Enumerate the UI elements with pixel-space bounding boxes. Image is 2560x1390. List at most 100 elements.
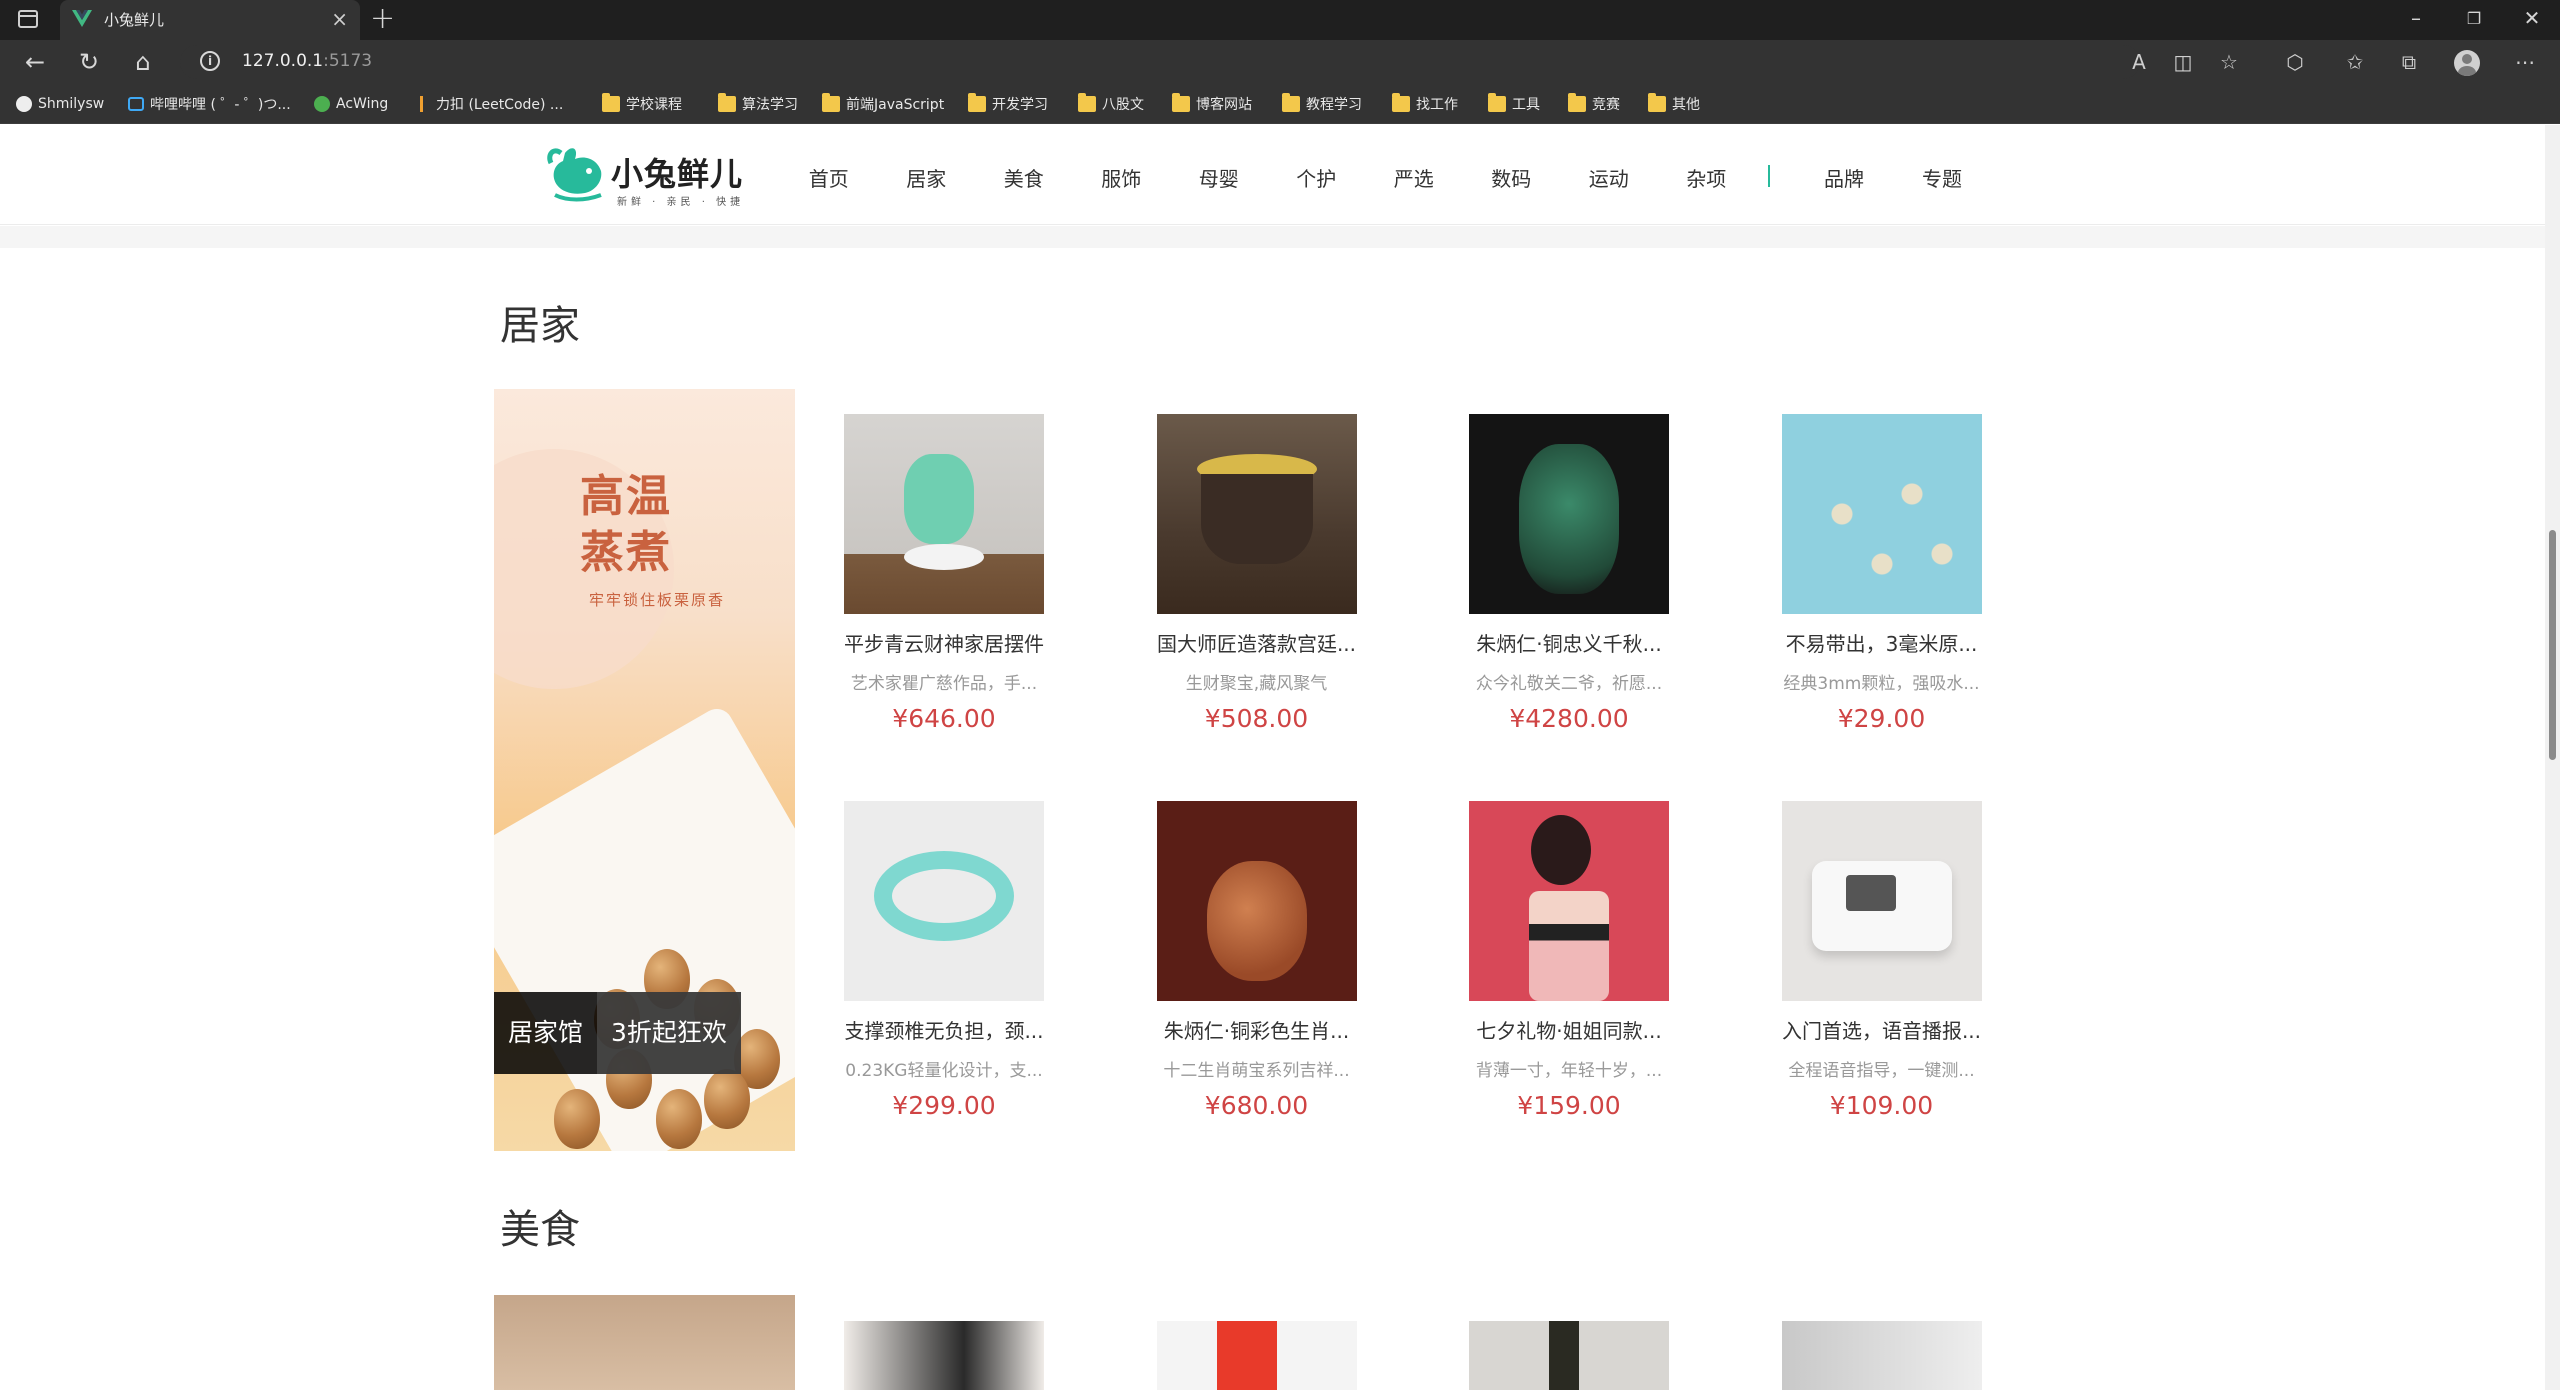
scrollbar-thumb[interactable]: [2549, 530, 2556, 760]
restore-icon[interactable]: ❐: [2454, 9, 2494, 28]
nav-baby[interactable]: 母婴: [1170, 163, 1268, 192]
nav-divider: [1768, 165, 1770, 187]
nav-topics[interactable]: 专题: [1922, 163, 1962, 192]
logo-text: 小兔鲜儿: [611, 155, 744, 193]
nav-selection[interactable]: 严选: [1365, 163, 1463, 192]
reload-icon[interactable]: ↻: [74, 48, 104, 76]
product-price: ¥109.00: [1829, 1091, 1934, 1120]
add-favorite-icon[interactable]: ☆: [2214, 48, 2244, 76]
product-card[interactable]: 入门首选，语音播报... 全程语音指导，一键测... ¥109.00: [1781, 801, 1982, 1188]
rabbit-logo-icon: [547, 148, 602, 202]
product-grid-home: 平步青云财神家居摆件 艺术家瞿广慈作品，手... ¥646.00 国大师匠造落款…: [844, 414, 1984, 1188]
promo-stamp-line: 蒸煮: [580, 527, 672, 578]
product-image: [1156, 414, 1357, 614]
nav-personal-care[interactable]: 个护: [1268, 163, 1366, 192]
bookmark-folder-blogs[interactable]: 博客网站: [1172, 93, 1252, 114]
nav-brands[interactable]: 品牌: [1824, 163, 1864, 192]
browser-tabstrip: 小兔鲜儿 × + – ❐ ✕: [0, 0, 2560, 40]
product-card[interactable]: 七夕礼物·姐姐同款... 背薄一寸，年轻十岁，... ¥159.00: [1469, 801, 1669, 1188]
url-text[interactable]: 127.0.0.1:5173: [242, 51, 372, 71]
nav-home-living[interactable]: 居家: [878, 163, 976, 192]
product-card[interactable]: 国大师匠造落款宫廷... 生财聚宝,藏风聚气 ¥508.00: [1156, 414, 1357, 801]
address-bar[interactable]: i 127.0.0.1:5173: [180, 45, 2140, 79]
folder-icon: [968, 93, 986, 112]
folder-icon: [822, 93, 840, 112]
promo-label-discount: 3折起狂欢: [597, 992, 741, 1074]
product-card[interactable]: 平步青云财神家居摆件 艺术家瞿广慈作品，手... ¥646.00: [844, 414, 1044, 801]
home-icon[interactable]: ⌂: [128, 48, 158, 76]
product-desc: 经典3mm颗粒，强吸水...: [1783, 674, 1980, 694]
product-card[interactable]: 不易带出，3毫米原... 经典3mm颗粒，强吸水... ¥29.00: [1781, 414, 1982, 801]
product-card[interactable]: 支撑颈椎无负担，颈... 0.23KG轻量化设计，支... ¥299.00: [844, 801, 1044, 1188]
product-desc: 背薄一寸，年轻十岁，...: [1475, 1061, 1663, 1081]
bookmark-folder-javascript[interactable]: 前端JavaScript: [822, 93, 945, 114]
product-image[interactable]: [1156, 1321, 1357, 1390]
page-scrollbar[interactable]: [2545, 125, 2560, 1390]
nav-home[interactable]: 首页: [780, 163, 878, 192]
extensions-icon[interactable]: ⬡: [2280, 48, 2310, 76]
back-icon[interactable]: ←: [20, 48, 50, 76]
bookmark-label: 学校课程: [626, 97, 682, 113]
bookmark-acwing[interactable]: AcWing: [314, 94, 388, 114]
main-nav: 首页 居家 美食 服饰 母婴 个护 严选 数码 运动 杂项: [780, 163, 1755, 192]
product-name: 朱炳仁·铜彩色生肖...: [1163, 1019, 1350, 1043]
bookmark-folder-other[interactable]: 其他: [1648, 93, 1700, 114]
close-window-icon[interactable]: ✕: [2512, 6, 2552, 30]
collections-icon[interactable]: ⧉: [2394, 48, 2424, 76]
browser-toolbar: ← ↻ ⌂ i 127.0.0.1:5173 A ◫ ☆ ⬡ ✩ ⧉ ⋯: [0, 40, 2560, 84]
nav-misc[interactable]: 杂项: [1658, 163, 1756, 192]
minimize-icon[interactable]: –: [2396, 6, 2436, 30]
product-image[interactable]: [1469, 1321, 1669, 1390]
product-card[interactable]: 朱炳仁·铜忠义千秋... 众今礼敬关二爷，祈愿... ¥4280.00: [1469, 414, 1669, 801]
product-card[interactable]: 朱炳仁·铜彩色生肖... 十二生肖萌宝系列吉祥... ¥680.00: [1156, 801, 1357, 1188]
more-menu-icon[interactable]: ⋯: [2510, 48, 2540, 76]
bookmark-folder-algorithm[interactable]: 算法学习: [718, 93, 798, 114]
promo-banner-food[interactable]: [494, 1295, 795, 1390]
bookmark-folder-tools[interactable]: 工具: [1488, 93, 1540, 114]
site-logo[interactable]: 小兔鲜儿 新鲜 · 亲民 · 快捷: [545, 137, 745, 217]
browser-tab[interactable]: 小兔鲜儿 ×: [60, 0, 360, 40]
product-desc: 全程语音指导，一键测...: [1788, 1061, 1975, 1081]
product-desc: 0.23KG轻量化设计，支...: [845, 1061, 1043, 1081]
new-tab-icon[interactable]: +: [370, 2, 395, 36]
bookmark-label: 其他: [1672, 97, 1700, 113]
nav-digital[interactable]: 数码: [1463, 163, 1561, 192]
bookmark-label: 博客网站: [1196, 97, 1252, 113]
bookmark-folder-jobs[interactable]: 找工作: [1392, 93, 1458, 114]
bilibili-icon: [128, 97, 144, 111]
profile-avatar[interactable]: [2454, 50, 2480, 76]
bookmark-folder-contests[interactable]: 竞赛: [1568, 93, 1620, 114]
bookmark-folder-interview[interactable]: 八股文: [1078, 93, 1144, 114]
product-image[interactable]: [844, 1321, 1044, 1390]
section-title-home: 居家: [500, 303, 580, 349]
bookmark-folder-dev[interactable]: 开发学习: [968, 93, 1048, 114]
promo-banner-home[interactable]: 高温 蒸煮 牢牢锁住板栗原香 居家馆 3折起狂欢: [494, 389, 795, 1151]
leetcode-icon: [420, 96, 430, 112]
product-name: 平步青云财神家居摆件: [844, 632, 1044, 656]
bookmark-folder-tutorials[interactable]: 教程学习: [1282, 93, 1362, 114]
folder-icon: [1078, 93, 1096, 112]
bookmark-github[interactable]: Shmilysw: [16, 94, 104, 114]
folder-icon: [1392, 93, 1410, 112]
bookmark-folder-school[interactable]: 学校课程: [602, 93, 682, 114]
tab-title: 小兔鲜儿: [104, 11, 165, 29]
product-image[interactable]: [1781, 1321, 1982, 1390]
product-name: 七夕礼物·姐姐同款...: [1476, 1019, 1662, 1043]
tab-close-icon[interactable]: ×: [331, 8, 348, 30]
product-name: 支撑颈椎无负担，颈...: [844, 1019, 1044, 1043]
bookmark-bilibili[interactable]: 哔哩哔哩 ( ゜- ゜)つ...: [128, 94, 291, 114]
favorites-icon[interactable]: ✩: [2340, 48, 2370, 76]
product-price: ¥159.00: [1517, 1091, 1621, 1120]
nav-apparel[interactable]: 服饰: [1073, 163, 1171, 192]
section-separator: [0, 226, 2545, 248]
nav-sports[interactable]: 运动: [1560, 163, 1658, 192]
bookmark-leetcode[interactable]: 力扣 (LeetCode) ...: [420, 94, 563, 114]
bookmark-label: 前端JavaScript: [846, 97, 945, 113]
nav-food[interactable]: 美食: [975, 163, 1073, 192]
product-desc: 十二生肖萌宝系列吉祥...: [1163, 1061, 1350, 1081]
product-image: [844, 801, 1044, 1001]
split-screen-icon[interactable]: ◫: [2168, 48, 2198, 76]
site-info-icon[interactable]: i: [200, 51, 220, 71]
read-aloud-icon[interactable]: A: [2124, 48, 2154, 76]
tab-actions-icon[interactable]: [18, 10, 38, 28]
